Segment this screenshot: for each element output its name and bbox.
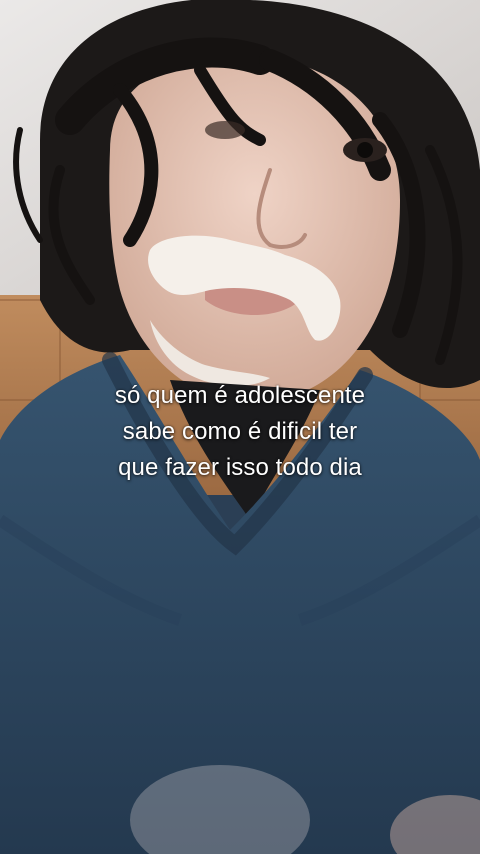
caption-text: só quem é adolescente sabe como é difici…	[0, 378, 480, 486]
caption-line-2: sabe como é dificil ter	[122, 418, 358, 445]
caption-line-1: só quem é adolescente	[114, 382, 366, 409]
left-eye	[205, 121, 245, 139]
caption-line-3: que fazer isso todo dia	[118, 454, 362, 481]
video-frame[interactable]: só quem é adolescente sabe como é difici…	[0, 0, 480, 854]
